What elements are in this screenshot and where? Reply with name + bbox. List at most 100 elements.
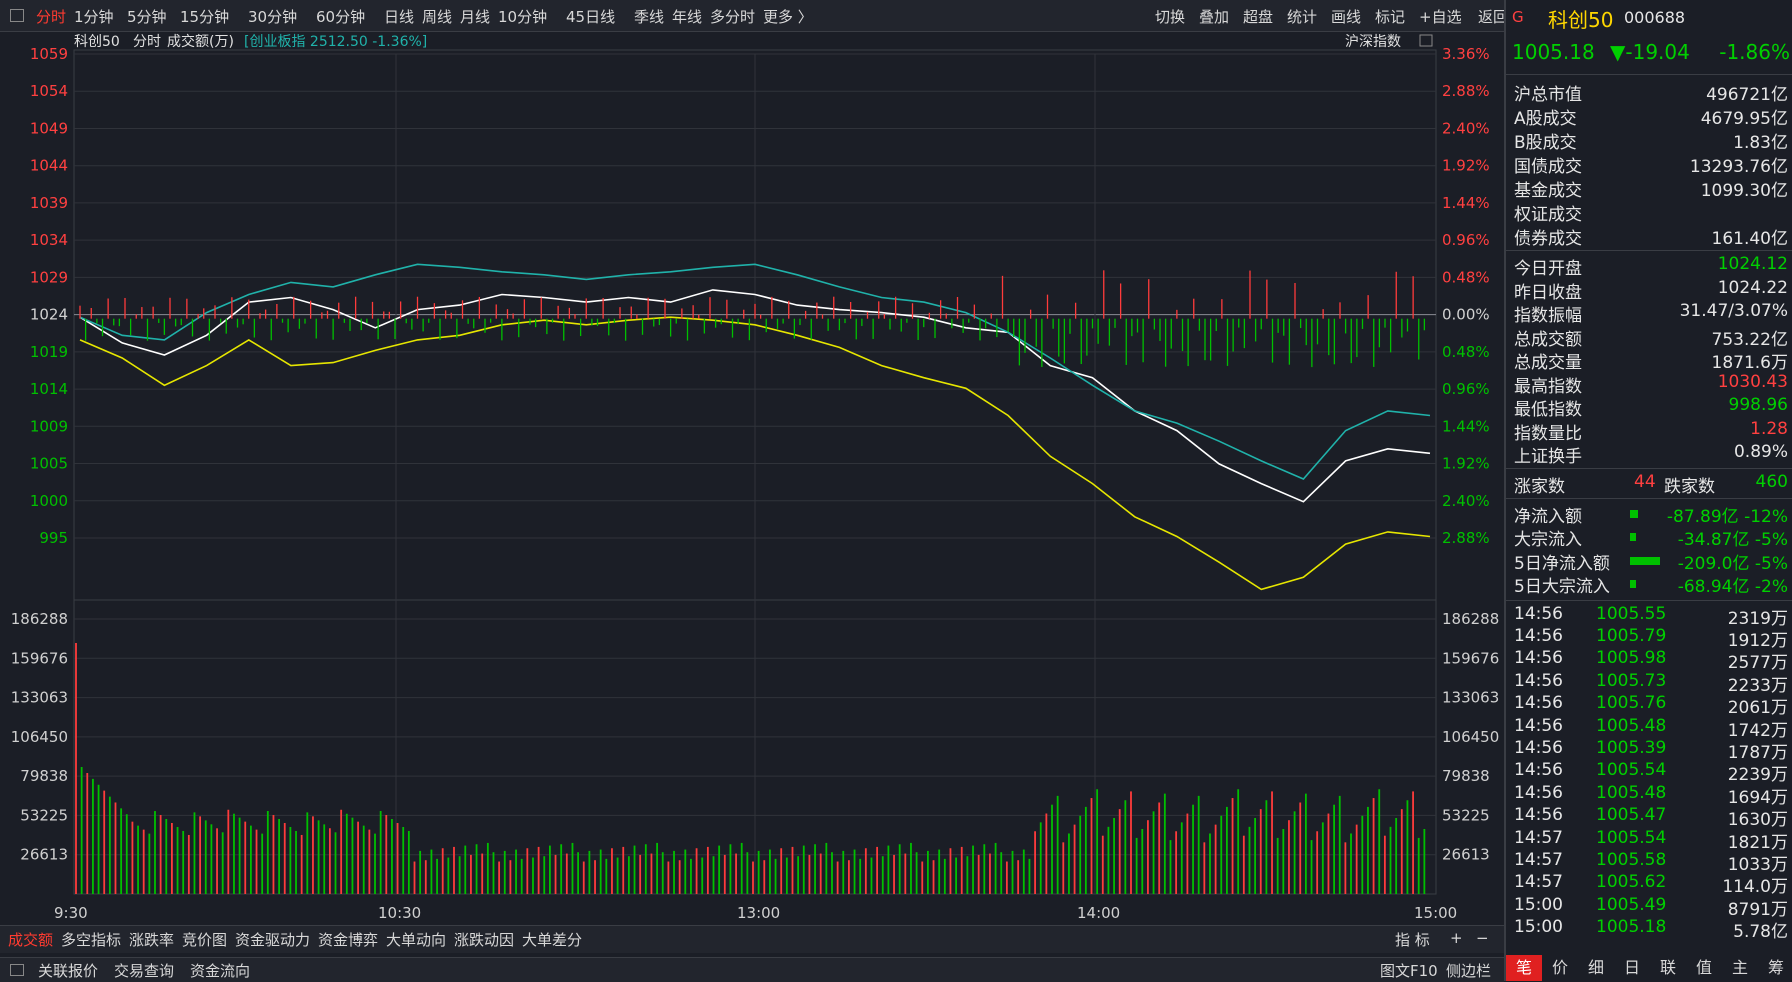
price-tick-label: 1024: [30, 306, 68, 324]
tick-price: 1005.55: [1596, 603, 1667, 624]
toolbar-button[interactable]: 切换: [1155, 6, 1185, 27]
toolbar-button[interactable]: 标记: [1375, 6, 1405, 27]
index-stat-row: 总成交额 753.22亿: [1514, 325, 1788, 350]
indicator-tab[interactable]: 资金驱动力: [235, 929, 310, 950]
flow-bar: [1630, 533, 1636, 541]
price-tick-label: 1039: [30, 194, 68, 212]
period-tab[interactable]: 更多 〉: [763, 6, 813, 27]
collapse-icon: [1419, 34, 1433, 47]
tick-row: 14:56 1005.39 1787万: [1514, 738, 1788, 763]
period-tab[interactable]: 15分钟: [180, 6, 229, 27]
stat-label: 上证换手: [1514, 447, 1582, 467]
indicator-control[interactable]: −: [1476, 929, 1489, 947]
stat-label: 债券成交: [1514, 229, 1582, 249]
indicator-tab[interactable]: 成交额: [8, 929, 53, 950]
time-tick-label: 10:30: [378, 904, 421, 922]
sidebar-tab[interactable]: 值: [1686, 955, 1722, 981]
sidebar-tab[interactable]: 价: [1542, 955, 1578, 981]
period-tab[interactable]: 周线: [422, 6, 452, 27]
index-stat-row: 上证换手 0.89%: [1514, 442, 1788, 467]
period-tab[interactable]: 5分钟: [127, 6, 167, 27]
pct-tick-label: 1.92%: [1442, 157, 1490, 175]
sidebar-tab[interactable]: 日: [1614, 955, 1650, 981]
tick-volume: 2061万: [1727, 698, 1788, 719]
tick-time: 14:56: [1514, 648, 1563, 669]
sidebar-tab[interactable]: 笔: [1506, 955, 1542, 981]
index-stat-row: 总成交量 1871.6万: [1514, 348, 1788, 373]
market-stat-row: A股成交 4679.95亿: [1514, 104, 1788, 129]
bottom-right-link[interactable]: 侧边栏: [1446, 960, 1491, 981]
toolbar-button[interactable]: 超盘: [1243, 6, 1273, 27]
period-tab[interactable]: 10分钟: [498, 6, 547, 27]
tick-price: 1005.18: [1596, 917, 1667, 938]
tick-volume: 1821万: [1727, 832, 1788, 853]
period-tab[interactable]: 30分钟: [248, 6, 297, 27]
period-tab[interactable]: 日线: [384, 6, 414, 27]
period-tab[interactable]: 60分钟: [316, 6, 365, 27]
bottom-link[interactable]: 资金流向: [190, 960, 250, 981]
stat-value: 1030.43: [1717, 371, 1788, 392]
chart-header: 科创50 分时 成交额(万) [创业板指 2512.50 -1.36%] 沪深指数: [74, 33, 1433, 50]
stat-label: A股成交: [1514, 109, 1577, 129]
tick-row: 14:56 1005.55 2319万: [1514, 603, 1788, 629]
pct-tick-label: 2.88%: [1442, 82, 1490, 100]
index-badge: G: [1512, 8, 1524, 26]
period-tab[interactable]: 45日线: [566, 6, 615, 27]
stat-value: 1871.6万: [1711, 353, 1788, 373]
index-stat-row: 最低指数 998.96: [1514, 395, 1788, 420]
tick-price: 1005.47: [1596, 805, 1667, 826]
pct-tick-label: 2.40%: [1442, 119, 1490, 137]
period-tab[interactable]: 季线: [634, 6, 664, 27]
toolbar-button[interactable]: 叠加: [1199, 6, 1229, 27]
tick-time: 14:56: [1514, 625, 1563, 646]
indicator-tab[interactable]: 大单动向: [386, 929, 446, 950]
price-tick-label: 995: [39, 529, 68, 547]
stat-value: 753.22亿: [1711, 329, 1788, 350]
sidebar-tab[interactable]: 筹: [1758, 955, 1792, 981]
tick-volume: 1694万: [1727, 787, 1788, 808]
tick-volume: 8791万: [1727, 899, 1788, 920]
tick-row: 14:56 1005.48 1742万: [1514, 715, 1788, 741]
bottom-link[interactable]: 关联报价: [38, 960, 98, 981]
toolbar-button[interactable]: +自选: [1419, 6, 1462, 27]
pct-tick-label: 2.40%: [1442, 492, 1490, 510]
stat-label: 指数量比: [1514, 423, 1582, 444]
indicator-tab[interactable]: 涨跌率: [129, 929, 174, 950]
period-tab[interactable]: 多分时: [710, 6, 755, 27]
sidebar-tab[interactable]: 联: [1650, 955, 1686, 981]
indicator-control[interactable]: 指 标: [1395, 929, 1430, 950]
tick-price: 1005.58: [1596, 849, 1667, 870]
bottom-right-link[interactable]: 图文F10: [1380, 960, 1438, 981]
indicator-tab[interactable]: 大单差分: [522, 929, 582, 950]
menu-icon[interactable]: [10, 9, 24, 22]
indicator-tab[interactable]: 多空指标: [61, 929, 121, 950]
panel-toggle-icon[interactable]: [10, 964, 24, 976]
indicator-control[interactable]: +: [1450, 929, 1463, 947]
tick-row: 14:56 1005.73 2233万: [1514, 671, 1788, 696]
tick-price: 1005.79: [1596, 625, 1667, 646]
tick-volume: 1630万: [1727, 810, 1788, 831]
tick-price: 1005.48: [1596, 715, 1667, 736]
period-tab[interactable]: 月线: [460, 6, 490, 27]
tick-row: 14:56 1005.48 1694万: [1514, 783, 1788, 808]
stat-value: 1024.22: [1717, 277, 1788, 298]
toolbar-button[interactable]: 统计: [1287, 6, 1317, 27]
tick-time: 14:57: [1514, 827, 1563, 848]
sidebar-tab[interactable]: 主: [1722, 955, 1758, 981]
period-tab[interactable]: 1分钟: [74, 6, 114, 27]
market-stat-row: 国债成交 13293.76亿: [1514, 152, 1788, 177]
volume-tick-label-right: 79838: [1442, 767, 1490, 785]
intraday-chart[interactable]: 科创50 分时 成交额(万) [创业板指 2512.50 -1.36%] 沪深指数 105…: [0, 32, 1504, 925]
period-tab[interactable]: 年线: [672, 6, 702, 27]
bottom-link[interactable]: 交易查询: [114, 960, 174, 981]
sidebar-tab[interactable]: 细: [1578, 955, 1614, 981]
indicator-tab[interactable]: 资金博弈: [318, 929, 378, 950]
indicator-tab[interactable]: 涨跌动因: [454, 929, 514, 950]
stat-label: 沪总市值: [1514, 85, 1582, 105]
pct-tick-label: 1.92%: [1442, 455, 1490, 473]
indicator-tab[interactable]: 竞价图: [182, 929, 227, 950]
stat-value: 31.47/3.07%: [1679, 301, 1788, 321]
period-tab[interactable]: 分时: [36, 6, 66, 27]
toolbar-button[interactable]: 画线: [1331, 6, 1361, 27]
stat-label: 权证成交: [1514, 205, 1582, 225]
